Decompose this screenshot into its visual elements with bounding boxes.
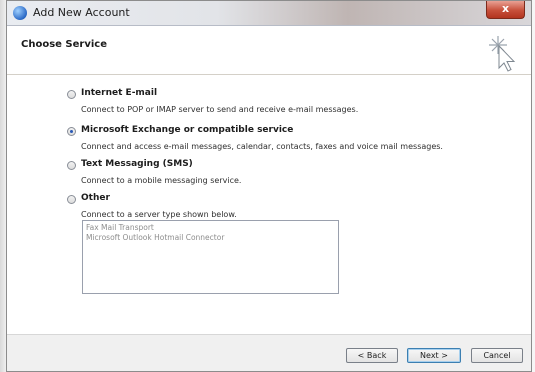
wizard-footer: < Back Next > Cancel (7, 334, 531, 371)
page-title: Choose Service (21, 39, 107, 50)
other-radio[interactable] (67, 195, 76, 204)
add-account-dialog: Add New Account x Choose Service Interne… (6, 0, 532, 372)
internet-email-radio[interactable] (67, 90, 76, 99)
exchange-label: Microsoft Exchange or compatible service (81, 125, 294, 135)
text-messaging-radio[interactable] (67, 161, 76, 170)
close-button[interactable]: x (486, 1, 525, 19)
exchange-radio[interactable] (67, 127, 76, 136)
next-button[interactable]: Next > (407, 348, 461, 363)
outlook-app-icon (13, 6, 27, 20)
other-label: Other (81, 193, 110, 203)
other-description: Connect to a server type shown below. (81, 210, 237, 219)
title-bar[interactable]: Add New Account x (7, 1, 531, 26)
list-item[interactable]: Microsoft Outlook Hotmail Connector (83, 233, 338, 243)
wizard-sparkle-cursor-icon (489, 36, 516, 72)
text-messaging-label: Text Messaging (SMS) (81, 159, 193, 169)
internet-email-description: Connect to POP or IMAP server to send an… (81, 105, 359, 114)
exchange-description: Connect and access e-mail messages, cale… (81, 142, 443, 151)
cancel-button[interactable]: Cancel (471, 348, 523, 363)
list-item[interactable]: Fax Mail Transport (83, 223, 338, 233)
internet-email-label: Internet E-mail (81, 88, 158, 98)
back-button[interactable]: < Back (346, 348, 398, 363)
close-icon: x (501, 2, 510, 15)
text-messaging-description: Connect to a mobile messaging service. (81, 176, 242, 185)
other-service-list[interactable]: Fax Mail Transport Microsoft Outlook Hot… (82, 220, 339, 294)
wizard-header: Choose Service (7, 26, 531, 75)
window-title: Add New Account (33, 6, 130, 19)
